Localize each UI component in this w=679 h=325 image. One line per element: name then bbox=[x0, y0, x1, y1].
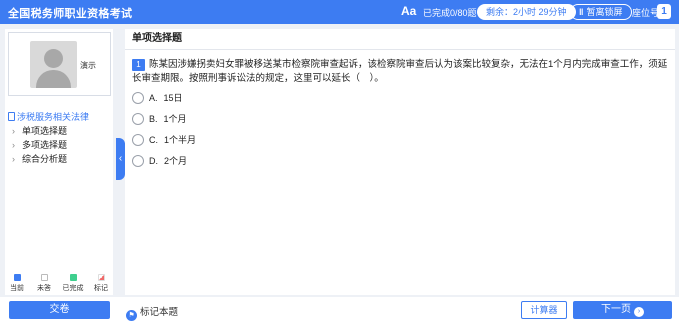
legend-label: 标记 bbox=[94, 285, 108, 292]
chevron-right-icon: › bbox=[12, 140, 15, 150]
question-tree: 涉税服务相关法律 › 单项选择题 › 多项选择题 › 综合分析题 bbox=[8, 111, 112, 166]
pause-lock-button[interactable]: ǁ 暂离锁屏 bbox=[570, 4, 632, 20]
next-page-button[interactable]: 下一页 › bbox=[573, 301, 672, 319]
chevron-right-icon: › bbox=[12, 154, 15, 164]
flag-swatch bbox=[97, 274, 105, 281]
pause-label: 暂离锁屏 bbox=[586, 7, 623, 17]
progress-text: 已完成0/80题 bbox=[423, 8, 477, 18]
question-stem: 1 陈某因涉嫌拐卖妇女罪被移送某市检察院审查起诉，该检察院审查后认为该案比较复杂，… bbox=[132, 58, 670, 86]
option-letter: B. bbox=[149, 114, 158, 124]
option-b[interactable]: B. 1个月 bbox=[132, 112, 196, 133]
radio-button[interactable] bbox=[132, 134, 144, 146]
option-text: 1个月 bbox=[163, 114, 187, 124]
subject-label: 涉税服务相关法律 bbox=[17, 112, 90, 122]
section-label: 综合分析题 bbox=[22, 154, 68, 164]
chevron-left-icon: ‹ bbox=[118, 153, 123, 164]
calculator-button[interactable]: 计算器 bbox=[521, 301, 567, 319]
flag-icon: ⚑ bbox=[126, 310, 137, 321]
legend-current: 当前 bbox=[5, 274, 29, 293]
option-letter: A. bbox=[149, 93, 158, 103]
status-legend: 当前 未答 已完成 标记 bbox=[5, 274, 113, 294]
top-bar: 全国税务师职业资格考试 Aa 已完成0/80题 剩余：2小时 29分钟 ǁ 暂离锁… bbox=[0, 0, 679, 24]
seat-label: 座位号 bbox=[632, 8, 660, 18]
answer-options: A. 15日 B. 1个月 C. 1个半月 D. 2个月 bbox=[132, 91, 196, 175]
section-single-choice[interactable]: › 单项选择题 bbox=[8, 124, 112, 138]
next-label: 下一页 bbox=[601, 304, 631, 315]
current-swatch bbox=[13, 274, 21, 281]
option-a[interactable]: A. 15日 bbox=[132, 91, 196, 112]
legend-flagged: 标记 bbox=[89, 274, 113, 293]
option-letter: C. bbox=[149, 135, 158, 145]
option-c[interactable]: C. 1个半月 bbox=[132, 133, 196, 154]
sidebar: 演示 涉税服务相关法律 › 单项选择题 › 多项选择题 › 综合分析题 当前 未答 已… bbox=[5, 29, 113, 295]
legend-label: 未答 bbox=[37, 285, 51, 292]
countdown-timer: 剩余：2小时 29分钟 bbox=[477, 4, 576, 20]
question-text: 陈某因涉嫌拐卖妇女罪被移送某市检察院审查起诉，该检察院审查后认为该案比较复杂，无… bbox=[132, 59, 668, 84]
section-label: 单项选择题 bbox=[22, 126, 68, 136]
avatar bbox=[30, 41, 77, 88]
radio-button[interactable] bbox=[132, 113, 144, 125]
arrow-right-icon: › bbox=[634, 307, 644, 317]
font-size-label: Aa bbox=[401, 4, 417, 18]
collapse-sidebar-button[interactable]: ‹ bbox=[116, 138, 125, 180]
done-swatch bbox=[69, 274, 77, 281]
seat-number: 1 bbox=[657, 4, 671, 19]
subject-node[interactable]: 涉税服务相关法律 bbox=[8, 111, 112, 124]
option-text: 1个半月 bbox=[164, 135, 197, 145]
pause-icon: ǁ bbox=[579, 7, 584, 17]
document-icon bbox=[8, 112, 15, 121]
radio-button[interactable] bbox=[132, 155, 144, 167]
footer-bar: 交卷 ⚑ 标记本题 计算器 下一页 › bbox=[0, 297, 679, 325]
radio-button[interactable] bbox=[132, 92, 144, 104]
chevron-right-icon: › bbox=[12, 126, 15, 136]
legend-done: 已完成 bbox=[61, 274, 85, 293]
font-size-icon[interactable]: Aa bbox=[401, 4, 416, 18]
app-title: 全国税务师职业资格考试 bbox=[8, 8, 133, 20]
option-text: 2个月 bbox=[164, 156, 188, 166]
question-panel: 单项选择题 1 陈某因涉嫌拐卖妇女罪被移送某市检察院审查起诉，该检察院审查后认为该… bbox=[125, 29, 675, 295]
flag-label: 标记本题 bbox=[140, 307, 179, 318]
option-text: 15日 bbox=[163, 93, 183, 103]
section-label: 多项选择题 bbox=[22, 140, 68, 150]
option-letter: D. bbox=[149, 156, 158, 166]
section-comprehensive[interactable]: › 综合分析题 bbox=[8, 152, 112, 166]
section-title: 单项选择题 bbox=[125, 29, 675, 50]
flag-question-button[interactable]: ⚑ 标记本题 bbox=[126, 304, 178, 321]
legend-unanswered: 未答 bbox=[32, 274, 56, 293]
question-number: 1 bbox=[132, 59, 145, 71]
section-multiple-choice[interactable]: › 多项选择题 bbox=[8, 138, 112, 152]
unanswered-swatch bbox=[40, 274, 48, 281]
submit-exam-button[interactable]: 交卷 bbox=[9, 301, 110, 319]
legend-label: 当前 bbox=[10, 285, 24, 292]
candidate-card: 演示 bbox=[8, 32, 111, 96]
legend-label: 已完成 bbox=[62, 285, 84, 292]
candidate-name: 演示 bbox=[80, 61, 96, 70]
option-d[interactable]: D. 2个月 bbox=[132, 154, 196, 175]
